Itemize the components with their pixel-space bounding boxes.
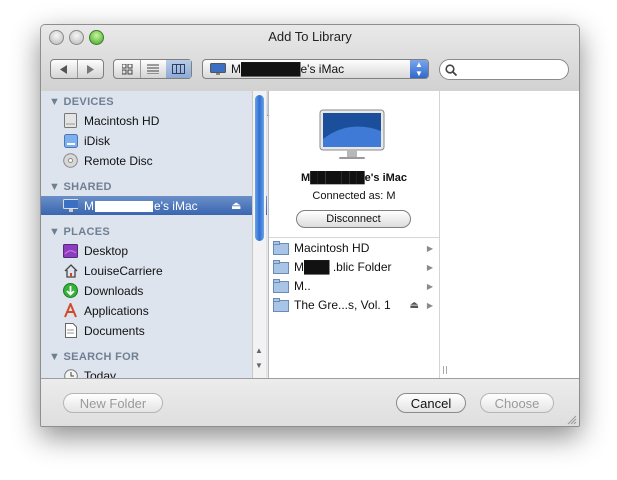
- disclosure-arrow-icon: ▶: [426, 243, 433, 253]
- sidebar-item-home[interactable]: LouiseCarriere: [63, 261, 259, 280]
- imac-icon: [63, 198, 78, 213]
- sidebar-item-label: Remote Disc: [84, 153, 153, 168]
- browser-column-empty: [439, 91, 579, 378]
- volume-item[interactable]: M███ .blic Folder ▶: [273, 258, 437, 276]
- connected-as-label: Connected as: M: [312, 190, 396, 202]
- disclosure-arrow-icon: ▶: [426, 300, 433, 310]
- volume-label: M███ .blic Folder: [294, 260, 392, 274]
- sidebar-item-documents[interactable]: Documents: [63, 321, 259, 340]
- search-field[interactable]: [439, 59, 569, 80]
- window-title: Add To Library: [268, 29, 352, 44]
- chevron-left-icon: [60, 64, 67, 74]
- sidebar: ▼ DEVICES Macintosh HD iDisk Remote Disc…: [41, 91, 267, 378]
- search-input[interactable]: [458, 62, 566, 78]
- list-view-button[interactable]: [140, 60, 167, 78]
- popup-arrows-icon: ▲ ▼: [410, 60, 428, 78]
- scroll-up-arrow-icon[interactable]: ▲: [255, 346, 263, 355]
- sidebar-item-label: Applications: [84, 303, 149, 318]
- sidebar-item-label: Today: [84, 368, 117, 379]
- sidebar-item-label: LouiseCarriere: [84, 263, 163, 278]
- volume-item[interactable]: Macintosh HD ▶: [273, 239, 437, 257]
- add-to-library-dialog: Add To Library M███████e's iMac ▲ ▼ ▼ DE…: [40, 24, 580, 427]
- sidebar-item-idisk[interactable]: iDisk: [63, 131, 259, 150]
- chevron-right-icon: [87, 64, 94, 74]
- disclosure-arrow-icon: ▶: [426, 262, 433, 272]
- history-nav-group: [50, 59, 104, 79]
- disconnect-button[interactable]: Disconnect: [296, 210, 411, 228]
- sidebar-item-label: Downloads: [84, 283, 144, 298]
- volume-label: The Gre...s, Vol. 1: [294, 298, 391, 312]
- disclosure-arrow-icon: ▶: [426, 281, 433, 291]
- location-label: M███████e's iMac: [231, 62, 345, 76]
- devices-header[interactable]: ▼ DEVICES: [49, 96, 114, 108]
- forward-button[interactable]: [77, 60, 103, 78]
- search-for-header[interactable]: ▼ SEARCH FOR: [49, 351, 139, 363]
- desktop-icon: [63, 243, 78, 258]
- hard-drive-icon: [63, 113, 78, 128]
- icon-view-icon: [121, 63, 132, 74]
- column-view-icon: [172, 64, 185, 74]
- resize-grip-icon[interactable]: [567, 415, 577, 425]
- eject-icon[interactable]: ⏏: [410, 300, 419, 311]
- shared-folder-icon: [273, 241, 289, 255]
- cancel-button[interactable]: Cancel: [396, 393, 466, 413]
- bottom-bar: New Folder Cancel Choose: [41, 378, 579, 426]
- disc-icon: [63, 153, 78, 168]
- view-mode-control: [113, 59, 192, 79]
- browser-column-computer: M███████e's iMac Connected as: M Disconn…: [268, 91, 439, 378]
- back-button[interactable]: [51, 60, 78, 78]
- column-resize-handle[interactable]: [443, 366, 447, 374]
- choose-button[interactable]: Choose: [480, 393, 554, 413]
- volume-label: M..: [294, 279, 311, 293]
- list-view-icon: [147, 64, 159, 74]
- shared-folder-icon: [273, 260, 289, 274]
- new-folder-button[interactable]: New Folder: [63, 393, 163, 413]
- sidebar-scrollbar[interactable]: ▲ ▼: [252, 91, 266, 378]
- volume-item[interactable]: The Gre...s, Vol. 1 ⏏ ▶: [273, 296, 437, 314]
- clock-icon: [63, 368, 78, 378]
- imac-icon: [210, 63, 226, 75]
- downloads-icon: [63, 283, 78, 298]
- volume-item[interactable]: M.. ▶: [273, 277, 437, 295]
- documents-icon: [63, 323, 78, 338]
- home-icon: [63, 263, 78, 278]
- shared-folder-icon: [273, 298, 289, 312]
- scroll-down-arrow-icon[interactable]: ▼: [255, 361, 263, 370]
- sidebar-item-remote-disc[interactable]: Remote Disc: [63, 151, 259, 170]
- volume-label: Macintosh HD: [294, 241, 370, 255]
- sidebar-item-label: Desktop: [84, 243, 129, 258]
- computer-name: M███████e's iMac: [300, 172, 408, 184]
- imac-large-icon: [319, 109, 385, 159]
- idisk-icon: [63, 133, 78, 148]
- sidebar-item-desktop[interactable]: Desktop: [63, 241, 259, 260]
- sidebar-item-label: Macintosh HD: [84, 113, 160, 128]
- shared-folder-icon: [273, 279, 289, 293]
- places-header[interactable]: ▼ PLACES: [49, 226, 110, 238]
- icon-view-button[interactable]: [114, 60, 141, 78]
- search-icon: [445, 64, 457, 76]
- column-view-button[interactable]: [166, 60, 191, 78]
- divider: [269, 237, 439, 238]
- sidebar-item-label: Documents: [84, 323, 145, 338]
- eject-icon[interactable]: ⏏: [231, 199, 241, 212]
- sidebar-item-label: Me's iMac: [84, 198, 198, 213]
- sidebar-item-applications[interactable]: Applications: [63, 301, 259, 320]
- location-popup[interactable]: M███████e's iMac ▲ ▼: [202, 59, 429, 79]
- applications-icon: [63, 303, 78, 318]
- shared-header[interactable]: ▼ SHARED: [49, 181, 112, 193]
- sidebar-item-label: iDisk: [84, 133, 110, 148]
- sidebar-item-macintosh-hd[interactable]: Macintosh HD: [63, 111, 259, 130]
- sidebar-item-today[interactable]: Today: [63, 366, 259, 378]
- sidebar-scroll-thumb[interactable]: [255, 95, 264, 241]
- sidebar-item-shared-imac[interactable]: Me's iMac ⏏: [41, 196, 267, 215]
- sidebar-item-downloads[interactable]: Downloads: [63, 281, 259, 300]
